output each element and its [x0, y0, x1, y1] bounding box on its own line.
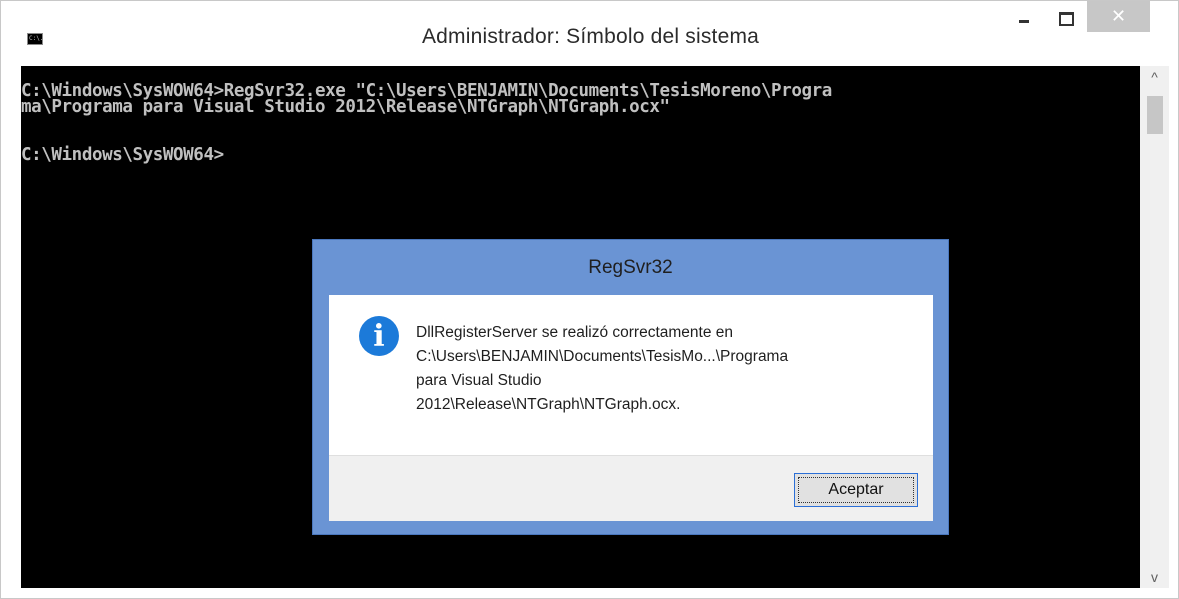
- dialog-title: RegSvr32: [588, 257, 673, 278]
- vertical-scrollbar[interactable]: ^ v: [1140, 66, 1169, 588]
- scroll-down-icon[interactable]: v: [1140, 566, 1169, 588]
- message-line: DllRegisterServer se realizó correctamen…: [416, 324, 734, 341]
- console-line: ma\Programa para Visual Studio 2012\Rele…: [21, 97, 670, 117]
- close-icon: ✕: [1110, 6, 1127, 26]
- minimize-icon: [1019, 20, 1029, 23]
- accept-button-label: Aceptar: [828, 481, 884, 498]
- scroll-up-icon[interactable]: ^: [1140, 66, 1169, 88]
- console-prompt: C:\Windows\SysWOW64>: [21, 145, 224, 165]
- dialog-footer: Aceptar: [329, 455, 933, 521]
- message-line: 2012\Release\NTGraph\NTGraph.ocx.: [416, 396, 681, 413]
- minimize-button[interactable]: [1011, 1, 1037, 30]
- regsvr32-dialog: RegSvr32 i DllRegisterServer se realizó …: [312, 239, 949, 535]
- scrollbar-thumb[interactable]: [1147, 96, 1163, 134]
- maximize-button[interactable]: [1053, 1, 1079, 30]
- dialog-message: DllRegisterServer se realizó correctamen…: [416, 321, 926, 417]
- info-icon: i: [359, 316, 399, 356]
- window-title: Administrador: Símbolo del sistema: [421, 25, 760, 48]
- close-button[interactable]: ✕: [1087, 1, 1150, 32]
- dialog-body: i DllRegisterServer se realizó correctam…: [329, 295, 933, 455]
- title-bar[interactable]: C:\. Administrador: Símbolo del sistema …: [1, 1, 1178, 65]
- maximize-icon: [1058, 11, 1074, 26]
- message-line: para Visual Studio: [416, 372, 542, 389]
- message-line: C:\Users\BENJAMIN\Documents\TesisMo...\P…: [416, 348, 789, 365]
- accept-button[interactable]: Aceptar: [794, 473, 918, 507]
